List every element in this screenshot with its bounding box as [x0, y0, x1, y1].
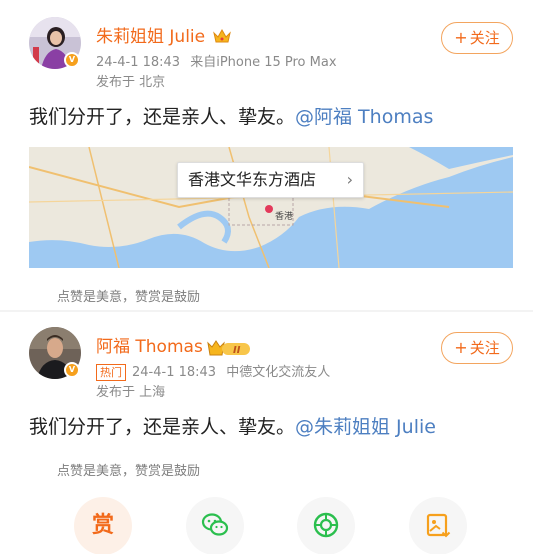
post-content: 我们分开了，还是亲人、挚友。@阿福 Thomas: [29, 102, 433, 129]
post-time: 24-4-1 18:43: [132, 365, 217, 380]
verified-badge-icon: V: [64, 52, 80, 68]
follow-label: 关注: [469, 339, 500, 357]
wechat-icon: [201, 513, 229, 536]
crown-icon: [212, 28, 231, 43]
username[interactable]: 朱莉姐姐 Julie: [96, 22, 231, 47]
like-hint: 点赞是美意，赞赏是鼓励: [57, 464, 201, 479]
post-card-1: V 朱莉姐姐 Julie 24-4-1 18:43 来自iPhone 15 Pr…: [0, 0, 533, 312]
chevron-right-icon: ›: [346, 170, 353, 189]
follow-button[interactable]: + 关注: [441, 22, 513, 54]
username-text[interactable]: 阿福 Thomas: [96, 332, 203, 357]
content-text: 我们分开了，还是亲人、挚友。: [29, 106, 296, 128]
follow-button[interactable]: + 关注: [441, 332, 513, 364]
reward-button[interactable]: 赏: [74, 497, 132, 554]
share-wechat-button[interactable]: [186, 497, 244, 554]
post-time: 24-4-1 18:43: [96, 55, 181, 70]
post-location: 发布于 北京: [96, 75, 166, 90]
username-text[interactable]: 朱莉姐姐 Julie: [96, 27, 205, 47]
post-meta: 热门 24-4-1 18:43 中德文化交流友人: [96, 361, 330, 381]
verified-badge-icon: V: [64, 362, 80, 378]
plus-icon: +: [454, 338, 468, 357]
map-place-label[interactable]: 香港文华东方酒店 ›: [177, 162, 364, 198]
save-image-button[interactable]: [409, 497, 467, 554]
post-meta: 24-4-1 18:43 来自iPhone 15 Pro Max: [96, 51, 337, 70]
post-source: 来自iPhone 15 Pro Max: [190, 55, 337, 70]
moments-icon: [313, 512, 339, 538]
mention-link[interactable]: @阿福 Thomas: [295, 106, 433, 128]
save-image-icon: [426, 513, 451, 538]
crown-level-icon: II: [207, 340, 250, 356]
map-city-label: 香港: [275, 210, 293, 222]
badge-level-text: II: [233, 345, 241, 356]
reward-label: 赏: [91, 513, 114, 538]
hot-badge: 热门: [96, 364, 126, 381]
map-place-text: 香港文华东方酒店: [188, 170, 317, 189]
mention-link[interactable]: @朱莉姐姐 Julie: [295, 416, 436, 438]
like-hint: 点赞是美意，赞赏是鼓励: [57, 290, 201, 305]
post-source: 中德文化交流友人: [226, 365, 331, 380]
post-content: 我们分开了，还是亲人、挚友。@朱莉姐姐 Julie: [29, 412, 436, 439]
content-text: 我们分开了，还是亲人、挚友。: [29, 416, 296, 438]
post-location: 发布于 上海: [96, 385, 166, 400]
share-moments-button[interactable]: [297, 497, 355, 554]
follow-label: 关注: [469, 29, 500, 47]
plus-icon: +: [454, 28, 468, 47]
